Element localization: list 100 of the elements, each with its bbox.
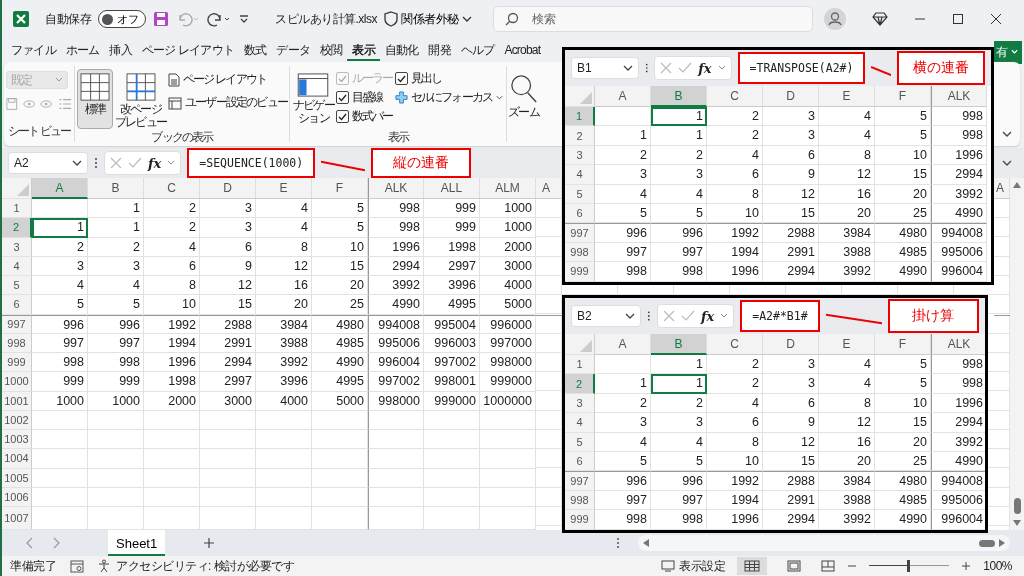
scroll-down-icon[interactable] xyxy=(1013,520,1021,526)
row-header[interactable]: 1002 xyxy=(2,410,32,430)
name-box-field[interactable]: B1 xyxy=(571,57,639,79)
insert-function-button[interactable]: fx xyxy=(698,60,712,76)
column-header[interactable]: D xyxy=(763,86,819,107)
column-header[interactable]: E xyxy=(819,334,875,355)
name-box-field[interactable]: B2 xyxy=(571,305,642,327)
macro-record-icon[interactable] xyxy=(70,559,84,573)
row-header[interactable]: 1000 xyxy=(2,372,32,392)
horizontal-scrollbar[interactable] xyxy=(638,535,1010,551)
insert-function-button[interactable]: fx xyxy=(700,308,715,324)
scrollbar-thumb[interactable] xyxy=(1013,498,1021,514)
row-header[interactable]: 998 xyxy=(565,490,595,511)
column-header[interactable]: E xyxy=(256,178,312,199)
column-header[interactable]: B xyxy=(88,178,144,199)
accessibility-button[interactable]: アクセシビリティ: 検討が必要です xyxy=(98,557,295,575)
column-header[interactable]: ALK xyxy=(931,86,987,107)
scroll-up-icon[interactable] xyxy=(1013,182,1021,188)
row-header[interactable]: 999 xyxy=(565,510,595,530)
view-button[interactable]: 改ページ プレビュー xyxy=(114,69,167,129)
checkbox[interactable]: 数式バー xyxy=(335,108,393,125)
row-header[interactable]: 5 xyxy=(2,276,32,296)
column-header[interactable]: C xyxy=(707,334,763,355)
more-icon[interactable] xyxy=(644,62,649,74)
check-icon[interactable] xyxy=(678,62,693,74)
column-header[interactable]: E xyxy=(819,86,875,107)
more-icon[interactable] xyxy=(647,310,651,322)
more-icon[interactable] xyxy=(616,537,620,549)
more-icon[interactable] xyxy=(94,157,98,169)
diamond-icon[interactable] xyxy=(872,12,888,26)
column-header[interactable]: C xyxy=(707,86,763,107)
previous-sheet-icon[interactable] xyxy=(26,537,34,549)
row-header[interactable]: 4 xyxy=(565,165,595,185)
column-header[interactable]: A xyxy=(536,178,562,199)
checkbox[interactable]: 目盛線 xyxy=(335,89,393,106)
ribbon-tab[interactable]: 校閲 xyxy=(315,39,348,61)
row-header[interactable]: 1 xyxy=(565,107,595,127)
scroll-left-icon[interactable] xyxy=(643,539,649,547)
sheet-tab[interactable]: Sheet1 xyxy=(108,530,166,556)
row-header[interactable]: 1006 xyxy=(2,487,32,507)
check-icon[interactable] xyxy=(680,310,695,322)
row-header[interactable]: 1004 xyxy=(2,449,32,469)
redo-icon[interactable] xyxy=(207,11,231,27)
row-header[interactable]: 1 xyxy=(565,355,595,375)
ribbon-tab[interactable]: データ xyxy=(271,39,315,61)
column-header[interactable]: A xyxy=(994,178,1010,199)
column-header[interactable]: A xyxy=(595,86,651,107)
ribbon-tab[interactable]: 数式 xyxy=(238,39,272,61)
row-header[interactable]: 999 xyxy=(2,353,32,373)
column-header[interactable]: D xyxy=(200,178,256,199)
row-header[interactable]: 999 xyxy=(565,262,595,282)
row-header[interactable]: 3 xyxy=(565,145,595,166)
row-header[interactable]: 998 xyxy=(2,333,32,353)
row-header[interactable]: 1005 xyxy=(2,468,32,488)
page-layout-button[interactable]: ページ レイアウト xyxy=(168,71,288,88)
column-header[interactable]: C xyxy=(144,178,200,199)
zoom-in-icon[interactable] xyxy=(961,561,972,571)
checkbox[interactable]: 見出し xyxy=(394,70,505,87)
row-header[interactable]: 6 xyxy=(565,451,595,472)
row-header[interactable]: 1 xyxy=(2,199,32,219)
column-header[interactable]: F xyxy=(312,178,368,199)
zoom-button[interactable]: ズーム xyxy=(507,70,540,130)
navigation-button[interactable]: ナビゲー ション xyxy=(292,69,335,129)
check-icon[interactable] xyxy=(128,157,142,169)
row-header[interactable]: 3 xyxy=(565,393,595,414)
column-header[interactable]: D xyxy=(763,334,819,355)
column-header[interactable]: ALL xyxy=(424,178,480,199)
row-header[interactable]: 2 xyxy=(565,126,595,146)
autosave-toggle[interactable]: オフ xyxy=(98,10,146,28)
column-header[interactable]: F xyxy=(875,86,931,107)
row-header[interactable]: 6 xyxy=(2,295,32,315)
chevron-down-icon[interactable] xyxy=(1002,159,1012,167)
row-header[interactable]: 6 xyxy=(565,203,595,224)
view-button[interactable]: 標準 xyxy=(77,69,113,129)
row-header[interactable]: 1001 xyxy=(2,391,32,411)
insert-function-button[interactable]: fx xyxy=(148,155,162,171)
row-header[interactable]: 2 xyxy=(2,218,32,238)
ribbon-tab[interactable]: ファイル xyxy=(6,39,61,61)
next-sheet-icon[interactable] xyxy=(52,537,60,549)
row-header[interactable]: 997 xyxy=(565,471,595,491)
vertical-scrollbar[interactable] xyxy=(1010,178,1024,530)
row-header[interactable]: 997 xyxy=(565,223,595,243)
name-box-field[interactable]: A2 xyxy=(8,152,88,174)
row-header[interactable]: 997 xyxy=(2,314,32,334)
save-icon[interactable] xyxy=(153,11,169,27)
display-settings-button[interactable]: 表示設定 xyxy=(661,557,726,575)
ribbon-tab[interactable]: ホーム xyxy=(60,39,105,61)
column-header[interactable]: ALM xyxy=(480,178,536,199)
close-icon[interactable] xyxy=(990,13,1002,25)
ribbon-tab[interactable]: 自動化 xyxy=(379,39,424,61)
column-header[interactable]: F xyxy=(875,334,931,355)
custom-views-button[interactable]: ユーザー設定のビュー xyxy=(168,94,288,111)
row-header[interactable]: 998 xyxy=(565,242,595,263)
ribbon-tab[interactable]: Acrobat xyxy=(499,39,546,61)
row-header[interactable]: 5 xyxy=(565,184,595,204)
focus-cell-button[interactable]: セルにフォーカス xyxy=(394,89,505,106)
column-header[interactable]: ALK xyxy=(368,178,424,199)
chevron-down-icon[interactable] xyxy=(1002,130,1012,138)
scroll-right-icon[interactable] xyxy=(999,539,1005,547)
row-header[interactable]: 4 xyxy=(2,256,32,276)
